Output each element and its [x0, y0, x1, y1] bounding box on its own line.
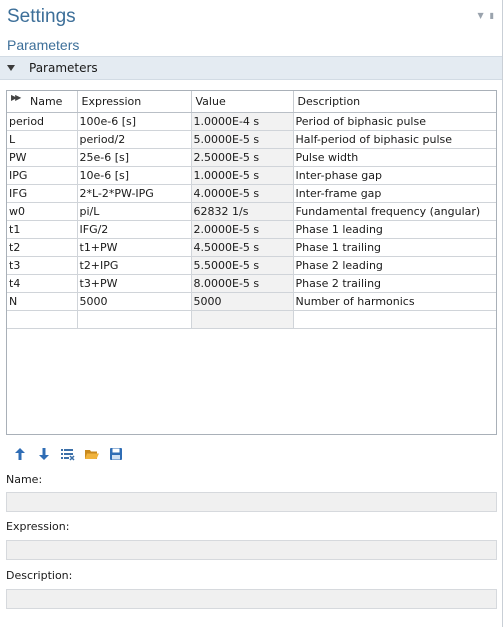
table-row[interactable]: IPG 10e-6 [s] 1.0000E-5 s Inter-phase gap: [7, 166, 496, 185]
cell-value: 62832 1/s: [191, 202, 294, 221]
load-from-file-button[interactable]: [84, 446, 100, 462]
description-field-label: Description:: [6, 569, 73, 582]
cell-value: 2.0000E-5 s: [191, 220, 294, 239]
expression-field-label: Expression:: [6, 520, 70, 533]
cell-value: 5000: [191, 292, 294, 311]
cell-name[interactable]: t4: [7, 274, 78, 293]
clear-table-icon: [61, 449, 75, 461]
table-row[interactable]: w0 pi/L 62832 1/s Fundamental frequency (an…: [7, 202, 496, 221]
arrow-up-icon: [15, 448, 25, 460]
cell-expression[interactable]: [77, 310, 192, 329]
cell-description[interactable]: Number of harmonics: [293, 292, 496, 311]
cell-description[interactable]: Phase 1 leading: [293, 220, 496, 239]
move-down-button[interactable]: [36, 446, 52, 462]
cell-name[interactable]: period: [7, 112, 78, 131]
open-folder-icon: [85, 450, 99, 459]
description-field[interactable]: [6, 589, 497, 609]
collapse-triangle-icon[interactable]: [7, 65, 15, 71]
cell-value: 8.0000E-5 s: [191, 274, 294, 293]
window-title: Settings: [7, 6, 76, 27]
table-row[interactable]: PW 25e-6 [s] 2.5000E-5 s Pulse width: [7, 148, 496, 167]
move-up-button[interactable]: [12, 446, 28, 462]
column-header-name[interactable]: ▶▶ Name: [7, 91, 78, 113]
cell-name[interactable]: w0: [7, 202, 78, 221]
cell-value: 5.5000E-5 s: [191, 256, 294, 275]
cell-description[interactable]: Inter-frame gap: [293, 184, 496, 203]
dropdown-menu-icon[interactable]: ▼: [477, 12, 483, 20]
save-to-file-button[interactable]: [108, 446, 124, 462]
table-toolbar: [12, 446, 124, 462]
cell-expression[interactable]: 100e-6 [s]: [77, 112, 192, 131]
cell-description[interactable]: Phase 1 trailing: [293, 238, 496, 257]
expression-field[interactable]: [6, 540, 497, 560]
cell-name[interactable]: t1: [7, 220, 78, 239]
pin-icon[interactable]: ▮: [490, 12, 494, 20]
cell-name[interactable]: t3: [7, 256, 78, 275]
table-row[interactable]: t3 t2+IPG 5.5000E-5 s Phase 2 leading: [7, 256, 496, 275]
arrow-down-icon: [39, 448, 49, 460]
cell-expression[interactable]: 2*L-2*PW-IPG: [77, 184, 192, 203]
column-header-description[interactable]: Description: [293, 91, 496, 113]
cell-expression[interactable]: 5000: [77, 292, 192, 311]
column-options-icon[interactable]: ▶▶: [11, 93, 21, 102]
cell-value: 1.0000E-5 s: [191, 166, 294, 185]
table-row[interactable]: t4 t3+PW 8.0000E-5 s Phase 2 trailing: [7, 274, 496, 293]
table-row[interactable]: N 5000 5000 Number of harmonics: [7, 292, 496, 311]
clear-table-button[interactable]: [60, 446, 76, 462]
cell-name[interactable]: IPG: [7, 166, 78, 185]
cell-expression[interactable]: t2+IPG: [77, 256, 192, 275]
table-row[interactable]: [7, 310, 496, 329]
cell-description[interactable]: Phase 2 leading: [293, 256, 496, 275]
cell-value: 1.0000E-4 s: [191, 112, 294, 131]
cell-description[interactable]: [293, 310, 496, 329]
parameters-table: ▶▶ Name Expression Value Description per…: [7, 91, 496, 329]
cell-description[interactable]: Half-period of biphasic pulse: [293, 130, 496, 149]
column-header-value[interactable]: Value: [191, 91, 294, 113]
cell-expression[interactable]: pi/L: [77, 202, 192, 221]
cell-expression[interactable]: 25e-6 [s]: [77, 148, 192, 167]
table-row[interactable]: t1 IFG/2 2.0000E-5 s Phase 1 leading: [7, 220, 496, 239]
cell-name[interactable]: t2: [7, 238, 78, 257]
cell-expression[interactable]: t1+PW: [77, 238, 192, 257]
name-field-label: Name:: [6, 473, 43, 486]
cell-description[interactable]: Pulse width: [293, 148, 496, 167]
cell-value: 4.0000E-5 s: [191, 184, 294, 203]
window-subtitle: Parameters: [7, 37, 80, 53]
name-field[interactable]: [6, 492, 497, 512]
parameters-table-container: ▶▶ Name Expression Value Description per…: [6, 90, 497, 435]
table-row[interactable]: t2 t1+PW 4.5000E-5 s Phase 1 trailing: [7, 238, 496, 257]
section-label: Parameters: [29, 61, 98, 75]
save-icon: [110, 448, 122, 460]
cell-value: [191, 310, 294, 329]
cell-description[interactable]: Fundamental frequency (angular): [293, 202, 496, 221]
cell-expression[interactable]: period/2: [77, 130, 192, 149]
cell-name[interactable]: N: [7, 292, 78, 311]
cell-value: 2.5000E-5 s: [191, 148, 294, 167]
settings-window: Settings ▼ ▮ Parameters Parameters ▶▶ Na…: [0, 0, 503, 627]
column-header-expression[interactable]: Expression: [77, 91, 192, 113]
cell-description[interactable]: Inter-phase gap: [293, 166, 496, 185]
table-row[interactable]: Lperiod/2 5.0000E-5 s Half-period of bipha…: [7, 130, 496, 149]
cell-description[interactable]: Period of biphasic pulse: [293, 112, 496, 131]
window-controls: ▼ ▮: [477, 12, 494, 20]
table-header-row: ▶▶ Name Expression Value Description: [7, 91, 496, 113]
cell-expression[interactable]: 10e-6 [s]: [77, 166, 192, 185]
cell-expression[interactable]: IFG/2: [77, 220, 192, 239]
cell-name[interactable]: PW: [7, 148, 78, 167]
cell-value: 4.5000E-5 s: [191, 238, 294, 257]
cell-name[interactable]: IFG: [7, 184, 78, 203]
cell-name[interactable]: [7, 310, 78, 329]
cell-description[interactable]: Phase 2 trailing: [293, 274, 496, 293]
cell-expression[interactable]: t3+PW: [77, 274, 192, 293]
parameters-section-header[interactable]: Parameters: [0, 56, 502, 80]
table-row[interactable]: IFG 2*L-2*PW-IPG 4.0000E-5 s Inter-frame ga…: [7, 184, 496, 203]
cell-name[interactable]: L: [7, 130, 78, 149]
cell-value: 5.0000E-5 s: [191, 130, 294, 149]
table-row[interactable]: period 100e-6 [s] 1.0000E-4 s Period of bip…: [7, 112, 496, 131]
